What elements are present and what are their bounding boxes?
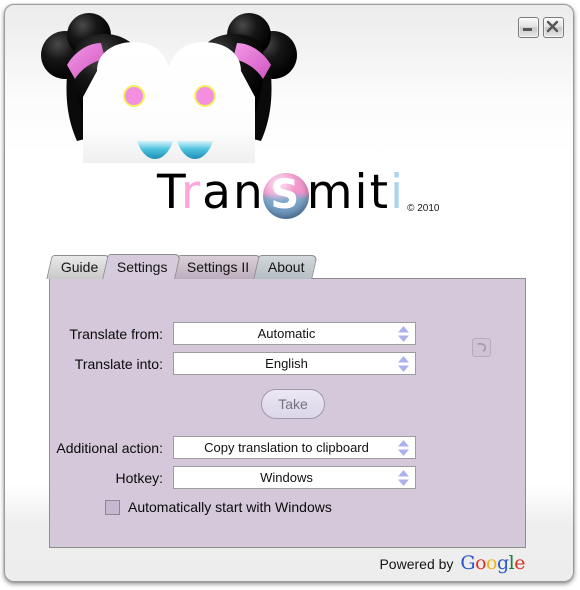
tab-settings-label: Settings bbox=[117, 259, 168, 275]
translate-from-value: Automatic bbox=[257, 326, 316, 341]
swap-languages-button[interactable] bbox=[472, 338, 491, 357]
copyright-text: © 2010 bbox=[407, 203, 440, 214]
autostart-label: Automatically start with Windows bbox=[128, 499, 332, 515]
autostart-row[interactable]: Automatically start with Windows bbox=[105, 499, 332, 515]
close-icon bbox=[546, 20, 559, 33]
spinner-arrows-icon[interactable] bbox=[396, 324, 411, 343]
mascot-cheek-right bbox=[194, 85, 216, 107]
logo-part-an: an bbox=[202, 165, 265, 220]
additional-action-value: Copy translation to clipboard bbox=[204, 440, 369, 455]
mascot-left-figure bbox=[41, 13, 149, 141]
spinner-arrows-icon[interactable] bbox=[396, 468, 411, 487]
tab-guide[interactable]: Guide bbox=[46, 255, 112, 279]
hotkey-select[interactable]: Windows bbox=[173, 466, 416, 489]
logo-part-T: T bbox=[157, 165, 181, 220]
tab-settings-ii[interactable]: Settings II bbox=[172, 255, 262, 279]
google-logo: Google bbox=[460, 552, 525, 574]
logo-part-mit: mit bbox=[306, 165, 391, 220]
translate-into-value: English bbox=[265, 356, 308, 371]
google-letter-g: g bbox=[497, 552, 509, 574]
additional-action-label: Additional action: bbox=[56, 439, 163, 456]
spinner-arrows-icon[interactable] bbox=[396, 438, 411, 457]
mascot-right-figure bbox=[189, 13, 297, 141]
window-controls bbox=[518, 17, 564, 38]
additional-action-row: Additional action: Copy translation to c… bbox=[50, 436, 416, 459]
logo-text: Tran Smiti bbox=[157, 169, 405, 219]
logo-s-sphere: S bbox=[262, 172, 309, 219]
tab-settings[interactable]: Settings bbox=[102, 254, 181, 279]
logo-part-S: S bbox=[270, 172, 302, 218]
close-button[interactable] bbox=[543, 17, 564, 38]
tab-settings-ii-label: Settings II bbox=[186, 259, 250, 275]
minimize-button[interactable] bbox=[518, 17, 539, 38]
translate-from-select[interactable]: Automatic bbox=[173, 322, 416, 345]
translate-into-label: Translate into: bbox=[74, 355, 163, 372]
mascot-illustration bbox=[41, 13, 297, 163]
logo-part-i: i bbox=[390, 165, 406, 220]
take-button[interactable]: Take bbox=[261, 389, 325, 419]
translate-into-row: Translate into: English bbox=[50, 352, 416, 375]
brand-wordmark: Tran Smiti © 2010 bbox=[157, 157, 439, 219]
translate-from-label: Translate from: bbox=[69, 325, 163, 342]
spinner-arrows-icon[interactable] bbox=[396, 354, 411, 373]
mascot-cheek-left bbox=[123, 85, 145, 107]
google-letter-G: G bbox=[460, 552, 476, 574]
logo-part-r: r bbox=[180, 165, 203, 220]
powered-by-text: Powered by bbox=[379, 556, 454, 572]
translate-into-select[interactable]: English bbox=[173, 352, 416, 375]
hotkey-value: Windows bbox=[260, 470, 313, 485]
additional-action-select[interactable]: Copy translation to clipboard bbox=[173, 436, 416, 459]
hotkey-row: Hotkey: Windows bbox=[50, 466, 416, 489]
tab-guide-label: Guide bbox=[60, 259, 99, 275]
minimize-icon bbox=[523, 28, 532, 31]
hotkey-label: Hotkey: bbox=[115, 469, 163, 486]
settings-panel: Translate from: Automatic Translate into… bbox=[49, 278, 526, 548]
tab-strip: Guide Settings Settings II About bbox=[46, 254, 318, 279]
google-letter-o2: o bbox=[486, 552, 497, 574]
google-letter-o1: o bbox=[475, 552, 487, 574]
tab-about[interactable]: About bbox=[253, 255, 318, 279]
swap-arrow-icon bbox=[477, 343, 487, 352]
autostart-checkbox[interactable] bbox=[105, 499, 120, 515]
tab-about-label: About bbox=[268, 259, 305, 275]
translate-from-row: Translate from: Automatic bbox=[50, 322, 416, 345]
google-letter-e: e bbox=[514, 552, 525, 574]
footer: Powered by Google bbox=[379, 552, 525, 574]
application-window: Tran Smiti © 2010 Guide Settings Settings… bbox=[4, 4, 574, 582]
